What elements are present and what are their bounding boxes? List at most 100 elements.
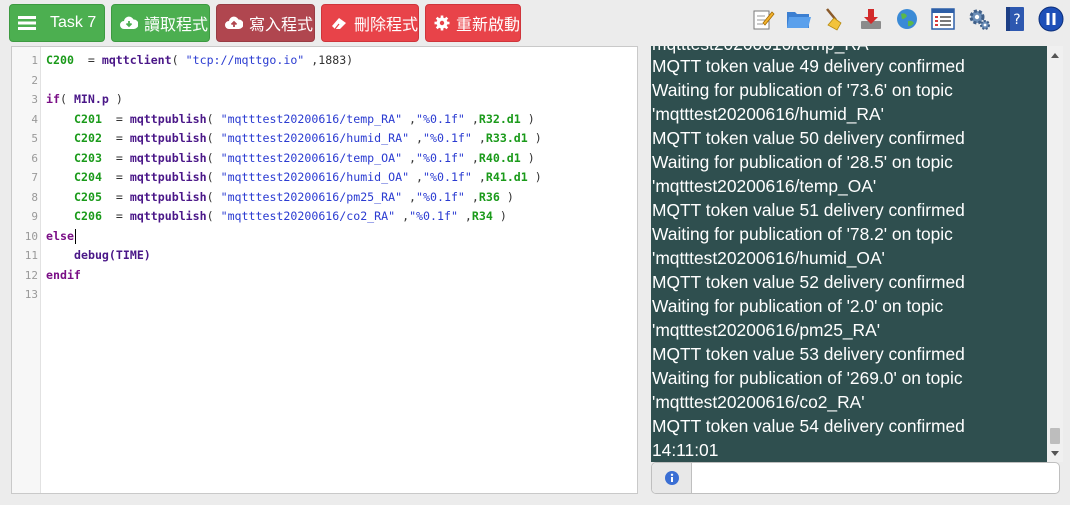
delete-program-label: 刪除程式 bbox=[354, 17, 419, 34]
globe-icon[interactable] bbox=[894, 6, 920, 32]
code-comma: , bbox=[464, 111, 479, 126]
code-args: ,1883) bbox=[304, 53, 354, 67]
code-string: "mqtttest20200616/co2_RA" bbox=[220, 209, 396, 223]
read-program-button[interactable]: 讀取程式 bbox=[111, 4, 210, 42]
code-comma: , bbox=[402, 111, 417, 126]
code-string: "%0.1f" bbox=[423, 170, 472, 184]
code-function: debug bbox=[74, 248, 109, 262]
cloud-download-icon bbox=[120, 16, 138, 29]
eraser-icon bbox=[332, 18, 346, 30]
code-string: "mqtttest20200616/temp_OA" bbox=[220, 150, 403, 165]
delete-program-button[interactable]: 刪除程式 bbox=[321, 4, 419, 42]
code-string: "mqtttest20200616/humid_OA" bbox=[220, 170, 410, 184]
code-line-10: else bbox=[46, 227, 76, 247]
code-paren: ) bbox=[527, 131, 542, 145]
code-function: mqttclient bbox=[101, 53, 172, 67]
code-paren: ( bbox=[206, 209, 221, 223]
line-number: 2 bbox=[31, 73, 38, 87]
console-line: 14:11:01 bbox=[652, 440, 719, 460]
window-list-icon[interactable] bbox=[930, 6, 956, 32]
code-paren: ( bbox=[206, 131, 221, 145]
code-register: R33.d1 bbox=[485, 131, 528, 145]
code-paren: ( bbox=[206, 111, 221, 126]
code-string: "%0.1f" bbox=[416, 111, 465, 126]
code-keyword: endif bbox=[46, 267, 81, 282]
task-button-label: Task 7 bbox=[50, 14, 97, 31]
app-root: Task 7 讀取程式 寫入程式 刪除程式 重新啟動 ? 1 2 3 4 5 6… bbox=[0, 0, 1070, 505]
code-paren: ( bbox=[206, 170, 221, 184]
console-line: MQTT token value 50 delivery confirmed bbox=[652, 128, 965, 148]
code-string: "mqtttest20200616/humid_RA" bbox=[220, 131, 410, 145]
edit-icon[interactable] bbox=[750, 6, 776, 32]
code-register: R32.d1 bbox=[478, 111, 521, 126]
task-button[interactable]: Task 7 bbox=[9, 4, 105, 42]
scroll-up-arrow-icon[interactable] bbox=[1047, 48, 1063, 62]
code-string: "%0.1f" bbox=[409, 209, 458, 223]
code-line-3: if( MIN.p ) bbox=[46, 90, 123, 110]
line-number: 13 bbox=[24, 288, 38, 301]
code-paren: ( bbox=[171, 53, 186, 67]
line-number: 11 bbox=[24, 249, 38, 262]
code-variable: C203 bbox=[74, 150, 102, 165]
line-number: 9 bbox=[31, 210, 38, 223]
console-line: Waiting for publication of '78.2' on top… bbox=[652, 224, 953, 244]
download-icon[interactable] bbox=[858, 6, 884, 32]
code-line-7: C204 = mqttpublish( "mqtttest20200616/hu… bbox=[74, 168, 542, 188]
code-function: mqttpublish bbox=[129, 111, 207, 126]
code-function: mqttpublish bbox=[129, 170, 207, 184]
code-function: mqttpublish bbox=[129, 150, 207, 165]
code-operator: = bbox=[101, 131, 130, 145]
console-line: Waiting for publication of '2.0' on topi… bbox=[652, 296, 944, 316]
line-gutter: 1 2 3 4 5 6 7 8 9 10 11 12 13 bbox=[12, 47, 41, 493]
folder-open-icon[interactable] bbox=[786, 6, 812, 32]
console-output[interactable]: mqtttest20200616/temp_RA' MQTT token val… bbox=[651, 46, 1047, 462]
line-number: 10 bbox=[24, 229, 38, 243]
code-string: "mqtttest20200616/temp_RA" bbox=[220, 111, 403, 126]
broom-icon[interactable] bbox=[822, 6, 848, 32]
info-icon[interactable] bbox=[652, 463, 692, 493]
code-comma: , bbox=[471, 170, 486, 184]
line-number: 1 bbox=[31, 54, 38, 67]
scroll-down-arrow-icon[interactable] bbox=[1047, 446, 1063, 460]
pause-icon[interactable] bbox=[1038, 6, 1064, 32]
code-line-11: debug(TIME) bbox=[74, 246, 151, 266]
text-cursor bbox=[74, 228, 76, 244]
code-register: R40.d1 bbox=[478, 150, 521, 165]
code-comma: , bbox=[464, 189, 479, 204]
code-operator: = bbox=[101, 111, 130, 126]
code-line-8: C205 = mqttpublish( "mqtttest20200616/pm… bbox=[74, 188, 514, 208]
console-line: MQTT token value 49 delivery confirmed bbox=[652, 56, 965, 76]
code-variable: C204 bbox=[74, 170, 102, 184]
command-input-group bbox=[651, 462, 1060, 494]
console-line: MQTT token value 52 delivery confirmed bbox=[652, 272, 965, 292]
code-paren: ) bbox=[527, 170, 542, 184]
line-number: 4 bbox=[31, 112, 38, 126]
code-editor[interactable]: 1 2 3 4 5 6 7 8 9 10 11 12 13 C200 = mqt… bbox=[11, 46, 638, 494]
console-line: Waiting for publication of '269.0' on to… bbox=[652, 368, 963, 388]
line-number: 5 bbox=[31, 132, 38, 145]
code-line-6: C203 = mqttpublish( "mqtttest20200616/te… bbox=[74, 149, 535, 169]
code-register: R36 bbox=[478, 189, 500, 204]
help-book-icon[interactable]: ? bbox=[1002, 6, 1028, 32]
cloud-upload-icon bbox=[225, 16, 243, 29]
code-comma: , bbox=[402, 150, 417, 165]
code-comma: , bbox=[402, 189, 417, 204]
code-comma: , bbox=[457, 209, 472, 223]
code-string: "tcp://mqttgo.io" bbox=[185, 53, 305, 67]
command-input[interactable] bbox=[693, 463, 1057, 493]
code-string: "%0.1f" bbox=[423, 131, 472, 145]
line-number: 8 bbox=[31, 190, 38, 204]
code-function: mqttpublish bbox=[129, 189, 207, 204]
console-line: MQTT token value 51 delivery confirmed bbox=[652, 200, 965, 220]
settings-gears-icon[interactable] bbox=[966, 6, 992, 32]
gear-icon bbox=[434, 15, 450, 31]
restart-button[interactable]: 重新啟動 bbox=[425, 4, 521, 42]
console-line: 'mqtttest20200616/pm25_RA' bbox=[652, 320, 881, 340]
console-scrollbar[interactable] bbox=[1047, 46, 1063, 462]
code-comma: , bbox=[409, 170, 424, 184]
write-program-button[interactable]: 寫入程式 bbox=[216, 4, 315, 42]
code-paren: ) bbox=[108, 92, 123, 106]
write-program-label: 寫入程式 bbox=[249, 17, 314, 34]
code-variable: C206 bbox=[74, 209, 102, 223]
scroll-thumb[interactable] bbox=[1050, 428, 1060, 444]
